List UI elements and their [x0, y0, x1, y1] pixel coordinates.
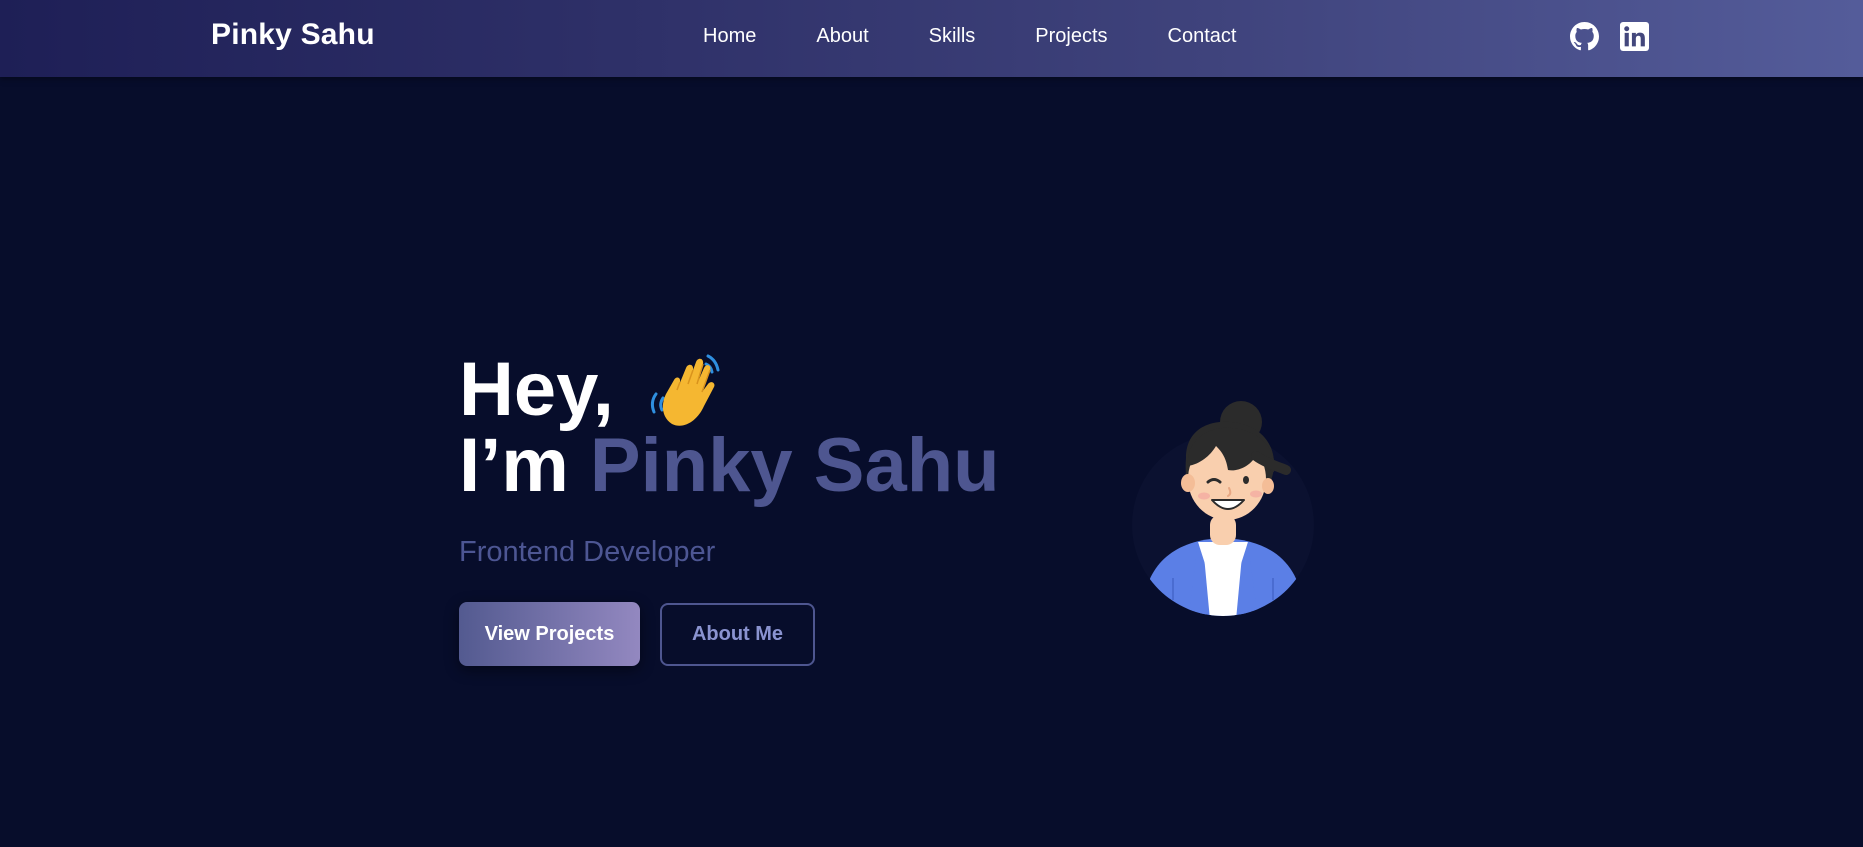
nav-link-projects[interactable]: Projects	[1035, 25, 1107, 48]
developer-avatar-illustration	[1132, 401, 1314, 616]
intro-prefix: I’m	[459, 423, 590, 508]
intro-line: I’m Pinky Sahu	[459, 428, 1000, 504]
nav-link-home[interactable]: Home	[703, 25, 756, 48]
nav-link-skills[interactable]: Skills	[929, 25, 976, 48]
view-projects-button[interactable]: View Projects	[459, 602, 640, 666]
github-icon[interactable]	[1570, 22, 1599, 51]
hero-heading: Hey, I’m Pinky Sahu	[459, 352, 1000, 504]
greeting-text: Hey,	[459, 347, 614, 432]
hero-name: Pinky Sahu	[589, 423, 1000, 508]
greeting-line: Hey,	[459, 352, 1000, 428]
nav-link-about[interactable]: About	[816, 25, 868, 48]
brand-logo-link[interactable]: Pinky Sahu	[211, 18, 375, 52]
nav-link-contact[interactable]: Contact	[1168, 25, 1237, 48]
navbar: Pinky Sahu Home About Skills Projects Co…	[0, 0, 1863, 77]
linkedin-icon[interactable]	[1620, 22, 1649, 51]
nav-links: Home About Skills Projects Contact	[703, 25, 1236, 48]
about-me-button[interactable]: About Me	[660, 603, 815, 666]
role-subtitle: Frontend Developer	[459, 536, 716, 568]
github-icon-graphic	[1570, 22, 1599, 51]
linkedin-icon-graphic	[1620, 22, 1649, 51]
waving-hand-icon	[650, 354, 720, 426]
